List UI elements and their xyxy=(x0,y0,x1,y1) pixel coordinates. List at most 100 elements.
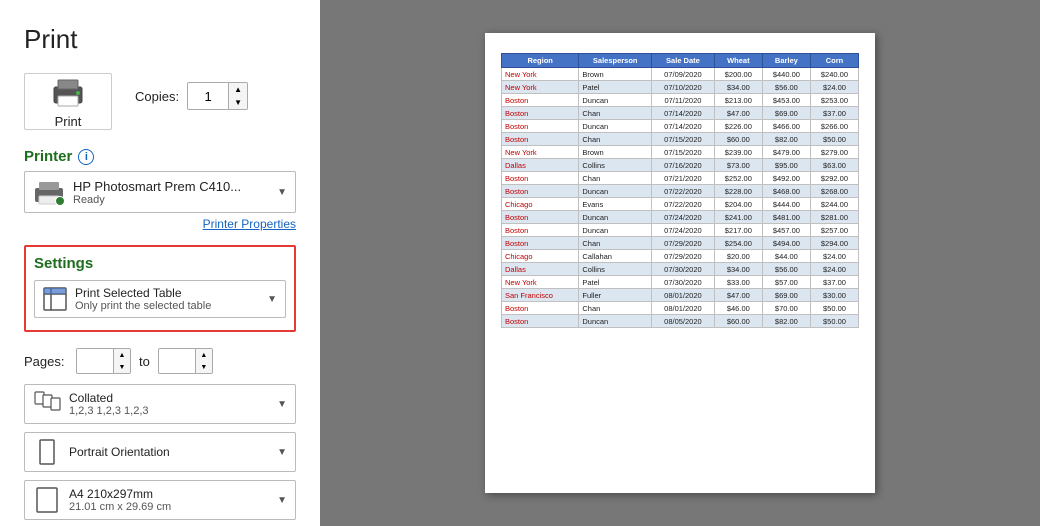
table-row: BostonDuncan07/11/2020$213.00$453.00$253… xyxy=(502,94,859,107)
table-cell: $226.00 xyxy=(714,120,762,133)
copies-up-button[interactable]: ▲ xyxy=(229,83,247,96)
printer-icon-wrap xyxy=(33,178,65,206)
table-cell: Chan xyxy=(579,133,652,146)
table-cell: 07/14/2020 xyxy=(652,107,715,120)
collation-text: Collated 1,2,3 1,2,3 1,2,3 xyxy=(69,391,269,417)
table-row: BostonDuncan07/24/2020$217.00$457.00$257… xyxy=(502,224,859,237)
print-scope-dropdown[interactable]: Print Selected Table Only print the sele… xyxy=(34,280,286,318)
table-cell: Chan xyxy=(579,107,652,120)
table-cell: 07/24/2020 xyxy=(652,224,715,237)
table-cell: Chicago xyxy=(502,250,579,263)
print-scope-sub: Only print the selected table xyxy=(75,300,259,312)
table-cell: $30.00 xyxy=(810,289,858,302)
printer-properties-link[interactable]: Printer Properties xyxy=(24,217,296,231)
printer-title-text: Printer xyxy=(24,148,72,165)
paper-size-dropdown[interactable]: A4 210x297mm 21.01 cm x 29.69 cm ▼ xyxy=(24,480,296,520)
table-cell: Boston xyxy=(502,237,579,250)
table-cell: $63.00 xyxy=(810,159,858,172)
table-cell: $254.00 xyxy=(714,237,762,250)
pages-to-input[interactable] xyxy=(159,349,195,373)
copies-down-button[interactable]: ▼ xyxy=(229,96,247,109)
table-cell: $479.00 xyxy=(762,146,810,159)
table-row: BostonChan07/15/2020$60.00$82.00$50.00 xyxy=(502,133,859,146)
table-cell: $252.00 xyxy=(714,172,762,185)
pages-from-down[interactable]: ▼ xyxy=(114,361,130,373)
table-cell: 07/16/2020 xyxy=(652,159,715,172)
collation-arrow: ▼ xyxy=(277,399,287,410)
settings-title: Settings xyxy=(34,255,286,272)
table-cell: 07/24/2020 xyxy=(652,211,715,224)
copies-input[interactable] xyxy=(188,83,228,109)
table-cell: 07/10/2020 xyxy=(652,81,715,94)
table-cell: Boston xyxy=(502,94,579,107)
pages-to-label: to xyxy=(139,354,150,369)
pages-row: Pages: ▲ ▼ to ▲ ▼ xyxy=(24,348,296,374)
pages-from-wrap: ▲ ▼ xyxy=(76,348,131,374)
collation-icon xyxy=(33,390,61,418)
print-scope-arrow: ▼ xyxy=(267,294,277,305)
table-cell: Patel xyxy=(579,81,652,94)
table-cell: Duncan xyxy=(579,94,652,107)
table-cell: 07/30/2020 xyxy=(652,276,715,289)
table-cell: Evans xyxy=(579,198,652,211)
table-cell: 07/29/2020 xyxy=(652,250,715,263)
table-header-cell: Corn xyxy=(810,54,858,68)
table-cell: $44.00 xyxy=(762,250,810,263)
table-row: BostonChan08/01/2020$46.00$70.00$50.00 xyxy=(502,302,859,315)
table-cell: $217.00 xyxy=(714,224,762,237)
table-header-cell: Region xyxy=(502,54,579,68)
table-cell: 07/22/2020 xyxy=(652,198,715,211)
paper-size-icon xyxy=(33,486,61,514)
copies-input-wrap: ▲ ▼ xyxy=(187,82,248,110)
table-cell: Boston xyxy=(502,120,579,133)
table-cell: $82.00 xyxy=(762,315,810,328)
table-cell: Chan xyxy=(579,237,652,250)
table-cell: $253.00 xyxy=(810,94,858,107)
table-cell: $281.00 xyxy=(810,211,858,224)
printer-info-icon[interactable]: i xyxy=(78,149,94,165)
table-row: New YorkBrown07/15/2020$239.00$479.00$27… xyxy=(502,146,859,159)
collation-main: Collated xyxy=(69,391,269,405)
table-cell: Dallas xyxy=(502,263,579,276)
table-cell: $481.00 xyxy=(762,211,810,224)
table-icon xyxy=(43,287,67,311)
pages-label: Pages: xyxy=(24,354,68,369)
table-cell: Boston xyxy=(502,315,579,328)
table-cell: 07/09/2020 xyxy=(652,68,715,81)
pages-to-down[interactable]: ▼ xyxy=(196,361,212,373)
table-cell: $241.00 xyxy=(714,211,762,224)
printer-dropdown-arrow: ▼ xyxy=(277,187,287,198)
table-cell: $240.00 xyxy=(810,68,858,81)
table-cell: $69.00 xyxy=(762,289,810,302)
table-row: ChicagoCallahan07/29/2020$20.00$44.00$24… xyxy=(502,250,859,263)
table-cell: $294.00 xyxy=(810,237,858,250)
orientation-main: Portrait Orientation xyxy=(69,445,269,459)
table-header-row: RegionSalespersonSale DateWheatBarleyCor… xyxy=(502,54,859,68)
print-button[interactable]: Print xyxy=(24,73,112,130)
table-row: BostonChan07/21/2020$252.00$492.00$292.0… xyxy=(502,172,859,185)
table-cell: New York xyxy=(502,81,579,94)
table-cell: $440.00 xyxy=(762,68,810,81)
printer-selector[interactable]: HP Photosmart Prem C410... Ready ▼ xyxy=(24,171,296,213)
table-cell: 07/22/2020 xyxy=(652,185,715,198)
table-cell: Duncan xyxy=(579,185,652,198)
table-cell: 07/15/2020 xyxy=(652,146,715,159)
table-cell: $50.00 xyxy=(810,315,858,328)
paper-size-arrow: ▼ xyxy=(277,495,287,506)
print-scope-text: Print Selected Table Only print the sele… xyxy=(75,286,259,312)
orientation-dropdown[interactable]: Portrait Orientation ▼ xyxy=(24,432,296,472)
table-cell: Duncan xyxy=(579,224,652,237)
table-row: BostonDuncan07/14/2020$226.00$466.00$266… xyxy=(502,120,859,133)
pages-to-up[interactable]: ▲ xyxy=(196,349,212,361)
table-cell: $57.00 xyxy=(762,276,810,289)
print-scope-main: Print Selected Table xyxy=(75,286,259,300)
collation-dropdown[interactable]: Collated 1,2,3 1,2,3 1,2,3 ▼ xyxy=(24,384,296,424)
table-cell: $468.00 xyxy=(762,185,810,198)
pages-from-up[interactable]: ▲ xyxy=(114,349,130,361)
table-row: New YorkPatel07/30/2020$33.00$57.00$37.0… xyxy=(502,276,859,289)
table-cell: $73.00 xyxy=(714,159,762,172)
table-row: BostonDuncan07/22/2020$228.00$468.00$268… xyxy=(502,185,859,198)
table-cell: Duncan xyxy=(579,120,652,133)
pages-from-input[interactable] xyxy=(77,349,113,373)
table-cell: $24.00 xyxy=(810,263,858,276)
